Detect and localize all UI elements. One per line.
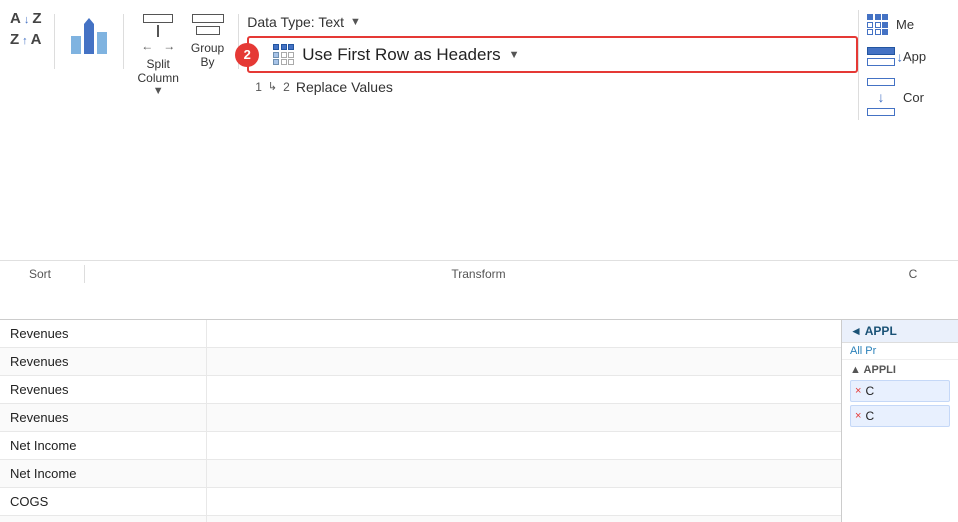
table-cell: Net Income (0, 460, 207, 487)
transform-section-label: Transform (89, 265, 868, 283)
step1-label: C (865, 384, 874, 398)
replace-arrow-icon: ↳ (268, 82, 277, 93)
applied-section-title: ▲ APPLI (850, 364, 950, 376)
me-icon (867, 14, 888, 35)
app-label: App (903, 49, 926, 64)
sort-za-button[interactable]: Z ↑ A (10, 31, 42, 48)
step2-label: C (865, 409, 874, 423)
step1-x-icon[interactable]: × (855, 385, 861, 397)
grid-icon (273, 44, 294, 65)
split-column-button[interactable]: ←→ Split Column ▼ (132, 10, 185, 101)
table-row: Net Income (0, 460, 841, 488)
split-column-label: Split Column (138, 57, 179, 85)
sort-down-arrow: ↓ (24, 14, 30, 26)
columns-button[interactable] (63, 10, 115, 58)
data-type-label: Data Type: Text (247, 14, 344, 30)
table-cell: Revenues (0, 404, 207, 431)
table-cell: Net Income (0, 432, 207, 459)
applied-steps-section: ▲ APPLI × C × C (842, 360, 958, 431)
sort-a-label: A (10, 10, 21, 27)
me-label: Me (896, 17, 914, 32)
group-by-button[interactable]: Group By (185, 10, 230, 73)
sort-z2-label: Z (10, 31, 19, 48)
v-divider-1 (54, 14, 55, 69)
sort-section: A ↓ Z Z ↑ A (10, 10, 42, 48)
table-cell: Revenues (0, 376, 207, 403)
app-button[interactable]: ↓ App (867, 47, 940, 66)
use-first-row-arrow: ▼ (509, 49, 520, 61)
table-row: Revenues (0, 376, 841, 404)
table-row: Revenues (0, 404, 841, 432)
c-section-label: C (868, 265, 958, 283)
use-first-row-button[interactable]: 2 (247, 36, 858, 73)
sort-up-arrow: ↑ (22, 35, 28, 47)
cor-label: Cor (903, 90, 924, 105)
data-type-arrow: ▼ (350, 16, 361, 28)
me-button[interactable]: Me (867, 14, 940, 35)
group-by-label: Group By (191, 41, 224, 69)
table-row: Net Income (0, 432, 841, 460)
applied-steps-panel: ◄ APPL All Pr ▲ APPLI × C × C (841, 320, 958, 522)
step-badge: 2 (235, 43, 259, 67)
table-cell: Revenues (0, 320, 207, 347)
table-cell: Revenues (0, 348, 207, 375)
sort-z-label: Z (32, 10, 41, 27)
right-panel: Me ↓ App ↓ (858, 10, 948, 120)
applied-header: ◄ APPL (842, 320, 958, 343)
table-row: Revenues (0, 320, 841, 348)
applied-step-2[interactable]: × C (850, 405, 950, 427)
app-icon: ↓ (867, 47, 895, 66)
sort-az-button[interactable]: A ↓ Z (10, 10, 42, 27)
group-by-icon (192, 14, 224, 35)
table-cell: COGS (0, 516, 207, 522)
sort-section-label: Sort (0, 265, 80, 283)
bar-chart-icon (71, 14, 107, 54)
table-row: COGS (0, 516, 841, 522)
step2-x-icon[interactable]: × (855, 410, 861, 422)
table-cell: COGS (0, 488, 207, 515)
applied-step-1[interactable]: × C (850, 380, 950, 402)
data-type-button[interactable]: Data Type: Text ▼ (247, 14, 858, 30)
sort-a2-label: A (31, 31, 42, 48)
cor-icon: ↓ (867, 78, 895, 116)
replace-num-bottom: 2 (283, 81, 290, 93)
replace-values-label: Replace Values (296, 79, 393, 95)
all-properties-link[interactable]: All Pr (842, 343, 958, 360)
cor-button[interactable]: ↓ Cor (867, 78, 940, 116)
use-first-row-label: Use First Row as Headers (302, 45, 500, 65)
table-row: Revenues (0, 348, 841, 376)
replace-num-top: 1 (255, 81, 262, 93)
split-column-arrow: ▼ (153, 85, 164, 97)
replace-values-button[interactable]: 1 ↳ 2 Replace Values (247, 79, 858, 95)
table-row: COGS (0, 488, 841, 516)
v-divider-2 (123, 14, 124, 69)
data-table-area: RevenuesRevenuesRevenuesRevenuesNet Inco… (0, 320, 841, 522)
split-column-icon: ←→ (141, 14, 175, 53)
